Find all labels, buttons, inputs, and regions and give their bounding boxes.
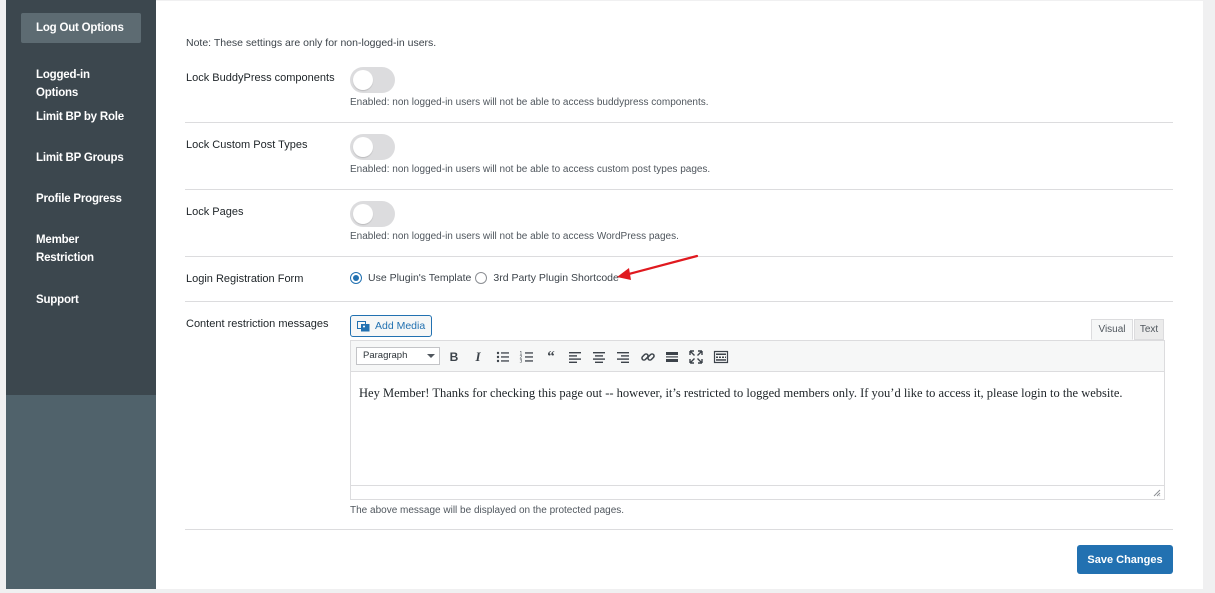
sidebar: Log Out Options Logged-in Options Limit … [6, 0, 156, 589]
row-divider [185, 122, 1173, 123]
resize-handle-icon[interactable] [1153, 489, 1161, 497]
lock-buddypress-label: Lock BuddyPress components [186, 72, 335, 84]
align-left-icon[interactable] [567, 349, 583, 365]
login-registration-form-label: Login Registration Form [186, 273, 304, 285]
tab-text[interactable]: Text [1134, 319, 1164, 340]
blockquote-icon[interactable]: “ [543, 349, 559, 365]
row-divider [185, 189, 1173, 190]
align-right-icon[interactable] [615, 349, 631, 365]
save-changes-button[interactable]: Save Changes [1077, 545, 1173, 574]
editor-statusbar [351, 485, 1164, 499]
lock-pages-label: Lock Pages [186, 206, 244, 218]
lock-custom-post-types-description: Enabled: non logged-in users will not be… [350, 164, 711, 175]
format-select[interactable]: Paragraph [356, 347, 440, 365]
sidebar-item-support[interactable]: Support [21, 285, 141, 315]
message-editor: Paragraph B I 1 2 3 “ Hey Member! Thanks… [350, 340, 1165, 500]
lock-custom-post-types-toggle[interactable] [350, 134, 395, 160]
lock-pages-description: Enabled: non logged-in users will not be… [350, 231, 679, 242]
third-party-shortcode-label[interactable]: 3rd Party Plugin Shortcode [493, 272, 619, 284]
add-media-button[interactable]: Add Media [350, 315, 433, 337]
sidebar-item-limit-bp-groups[interactable]: Limit BP Groups [21, 143, 141, 173]
lock-buddypress-description: Enabled: non logged-in users will not be… [350, 97, 709, 108]
toggle-knob [353, 70, 373, 90]
settings-panel: Note: These settings are only for non-lo… [156, 1, 1203, 589]
bulleted-list-icon[interactable] [495, 349, 511, 365]
lock-buddypress-toggle[interactable] [350, 67, 395, 93]
sidebar-item-member-restriction[interactable]: Member Restriction [21, 225, 141, 273]
fullscreen-icon[interactable] [688, 349, 704, 365]
sidebar-item-profile-progress[interactable]: Profile Progress [21, 184, 141, 214]
editor-toolbar: Paragraph B I 1 2 3 “ [351, 341, 1164, 372]
svg-text:3: 3 [520, 359, 523, 365]
format-select-value: Paragraph [363, 350, 408, 361]
add-media-label: Add Media [375, 320, 426, 332]
align-center-icon[interactable] [591, 349, 607, 365]
use-plugin-template-label[interactable]: Use Plugin's Template [368, 272, 471, 284]
read-more-icon[interactable] [664, 349, 680, 365]
chevron-down-icon [427, 354, 435, 358]
toolbar-toggle-icon[interactable] [713, 349, 729, 365]
lock-pages-toggle[interactable] [350, 201, 395, 227]
toggle-knob [353, 137, 373, 157]
link-icon[interactable] [640, 349, 656, 365]
sidebar-item-logged-in-options[interactable]: Logged-in Options [21, 60, 141, 108]
editor-help-text: The above message will be displayed on t… [350, 505, 625, 516]
add-media-icon [357, 320, 370, 331]
sidebar-item-limit-bp-by-role[interactable]: Limit BP by Role [21, 102, 141, 132]
use-plugin-template-radio[interactable] [350, 272, 362, 284]
settings-note: Note: These settings are only for non-lo… [186, 37, 437, 49]
italic-icon[interactable]: I [470, 349, 486, 365]
row-divider [185, 301, 1173, 302]
tab-visual[interactable]: Visual [1091, 319, 1133, 340]
annotation-arrow-icon [617, 254, 699, 280]
editor-content[interactable]: Hey Member! Thanks for checking this pag… [359, 386, 1123, 401]
numbered-list-icon[interactable]: 1 2 3 [519, 349, 535, 365]
row-divider [185, 529, 1173, 530]
third-party-shortcode-radio[interactable] [475, 272, 488, 284]
lock-custom-post-types-label: Lock Custom Post Types [186, 139, 308, 151]
login-form-radio-group: Use Plugin's Template 3rd Party Plugin S… [350, 272, 623, 284]
sidebar-item-log-out-options[interactable]: Log Out Options [21, 13, 141, 43]
toggle-knob [353, 204, 373, 224]
bold-icon[interactable]: B [446, 349, 462, 365]
content-restriction-label: Content restriction messages [186, 318, 329, 330]
